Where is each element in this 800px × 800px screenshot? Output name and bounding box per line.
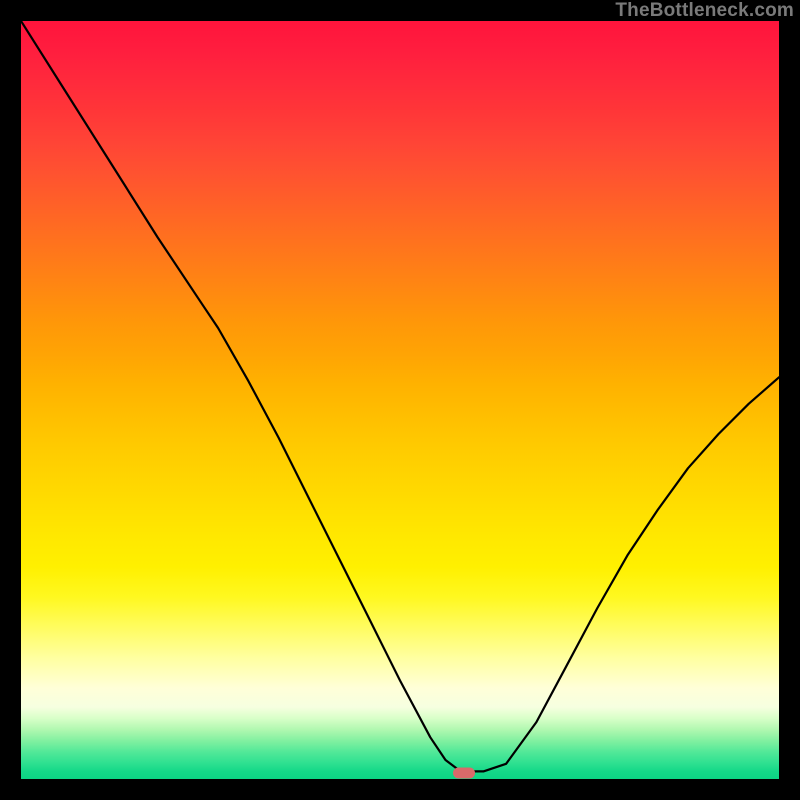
bottleneck-curve (21, 21, 779, 779)
chart-frame: TheBottleneck.com (0, 0, 800, 800)
plot-area (21, 21, 779, 779)
watermark-text: TheBottleneck.com (615, 0, 794, 22)
optimal-marker (453, 767, 475, 778)
